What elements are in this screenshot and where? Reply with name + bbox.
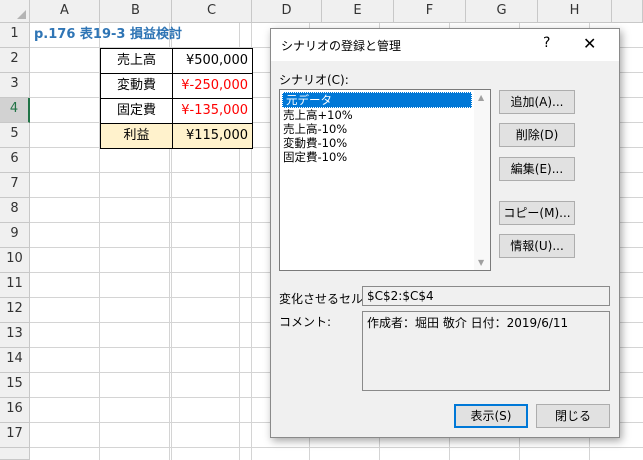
row-header-8[interactable]: 8 — [0, 198, 30, 223]
scenario-listbox[interactable]: 元データ 売上高+10% 売上高-10% 変動費-10% 固定費-10% ▲ ▼ — [279, 89, 491, 271]
column-header-a[interactable]: A — [30, 0, 100, 23]
changing-cells-field: $C$2:$C$4 — [362, 286, 610, 306]
add-button[interactable]: 追加(A)... — [499, 90, 575, 114]
list-item[interactable]: 固定費-10% — [280, 150, 490, 164]
row-header-4[interactable]: 4 — [0, 98, 30, 123]
scroll-up-icon[interactable]: ▲ — [478, 93, 484, 102]
label-cell-variable-cost[interactable]: 変動費 — [100, 73, 173, 99]
row-header-1[interactable]: 1 — [0, 23, 30, 48]
row-header-9[interactable]: 9 — [0, 223, 30, 248]
value-cell-variable-cost[interactable]: ¥-250,000 — [172, 73, 253, 99]
row-header-7[interactable]: 7 — [0, 173, 30, 198]
dialog-title: シナリオの登録と管理 — [281, 39, 402, 53]
dialog-title-bar[interactable]: シナリオの登録と管理 ? ✕ — [271, 29, 619, 61]
column-header-g[interactable]: G — [466, 0, 538, 23]
list-item[interactable]: 変動費-10% — [280, 136, 490, 150]
list-scrollbar[interactable]: ▲ ▼ — [474, 90, 490, 270]
scenario-list-label: シナリオ(C): — [279, 73, 349, 87]
show-button[interactable]: 表示(S) — [454, 404, 528, 428]
list-item[interactable]: 売上高-10% — [280, 122, 490, 136]
list-item[interactable]: 元データ — [282, 92, 472, 108]
row-header-15[interactable]: 15 — [0, 373, 30, 398]
row-header-6[interactable]: 6 — [0, 148, 30, 173]
column-header-d[interactable]: D — [252, 0, 322, 23]
row-header-10[interactable]: 10 — [0, 248, 30, 273]
delete-button[interactable]: 削除(D) — [499, 123, 575, 147]
row-header-16[interactable]: 16 — [0, 398, 30, 423]
row-header-3[interactable]: 3 — [0, 73, 30, 98]
column-header-e[interactable]: E — [322, 0, 394, 23]
changing-cells-label: 変化させるセル: — [279, 292, 368, 306]
select-all-corner[interactable] — [0, 0, 30, 23]
value-cell-fixed-cost[interactable]: ¥-135,000 — [172, 98, 253, 124]
column-header-f[interactable]: F — [394, 0, 466, 23]
scenario-manager-dialog: シナリオの登録と管理 ? ✕ シナリオ(C): 元データ 売上高+10% 売上高… — [270, 28, 620, 438]
copy-button[interactable]: コピー(M)... — [499, 201, 575, 225]
row-header-5[interactable]: 5 — [0, 123, 30, 148]
info-button[interactable]: 情報(U)... — [499, 234, 575, 258]
sheet-title: p.176 表19-3 損益検討 — [34, 27, 182, 42]
value-cell-sales[interactable]: ¥500,000 — [172, 48, 253, 74]
row-header-11[interactable]: 11 — [0, 273, 30, 298]
label-cell-profit[interactable]: 利益 — [100, 123, 173, 149]
close-button[interactable]: 閉じる — [536, 404, 610, 428]
column-header-i[interactable] — [612, 0, 643, 23]
value-cell-profit[interactable]: ¥115,000 — [172, 123, 253, 149]
column-header-h[interactable]: H — [538, 0, 612, 23]
row-header-13[interactable]: 13 — [0, 323, 30, 348]
row-header-12[interactable]: 12 — [0, 298, 30, 323]
help-icon[interactable]: ? — [543, 35, 550, 51]
close-icon[interactable]: ✕ — [583, 34, 596, 53]
row-header-17[interactable]: 17 — [0, 423, 30, 448]
edit-button[interactable]: 編集(E)... — [499, 157, 575, 181]
comment-field: 作成者：堀田 敬介 日付：2019/6/11 — [362, 311, 610, 391]
row-header-18[interactable] — [0, 448, 30, 460]
comment-label: コメント: — [279, 315, 332, 329]
scroll-down-icon[interactable]: ▼ — [478, 258, 484, 267]
label-cell-fixed-cost[interactable]: 固定費 — [100, 98, 173, 124]
row-header-14[interactable]: 14 — [0, 348, 30, 373]
label-cell-sales[interactable]: 売上高 — [100, 48, 173, 74]
list-item[interactable]: 売上高+10% — [280, 108, 490, 122]
column-header-b[interactable]: B — [100, 0, 172, 23]
row-header-2[interactable]: 2 — [0, 48, 30, 73]
column-header-c[interactable]: C — [172, 0, 252, 23]
